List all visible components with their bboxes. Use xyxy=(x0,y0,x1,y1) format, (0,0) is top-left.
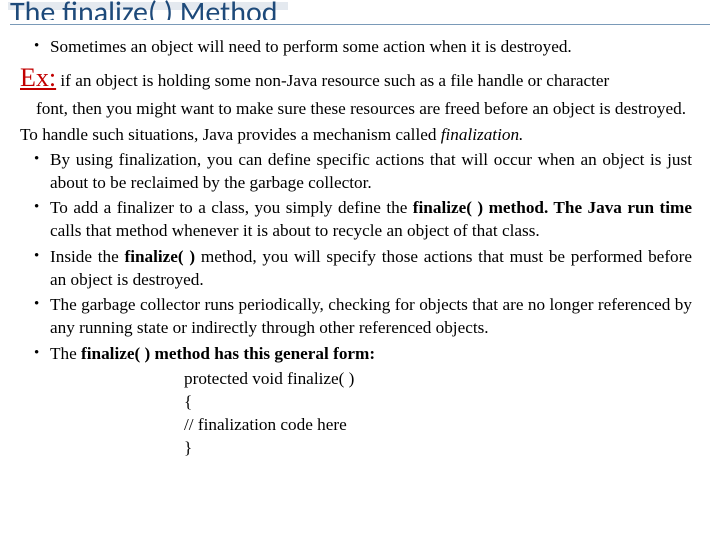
example-line: Ex: if an object is holding some non-Jav… xyxy=(20,60,692,95)
bullet-text: To add a finalizer to a class, you simpl… xyxy=(50,196,692,242)
handle-em: finalization. xyxy=(441,125,524,144)
bullet-text: By using finalization, you can define sp… xyxy=(50,148,692,194)
bullet-text: Sometimes an object will need to perform… xyxy=(50,35,692,58)
slide-title: The finalize( ) Method xyxy=(0,0,720,20)
b3-post: calls that method whenever it is about t… xyxy=(50,221,540,240)
b3-pre: To add a finalizer to a class, you simpl… xyxy=(50,198,413,217)
title-divider xyxy=(10,24,710,25)
bullet-item: • Sometimes an object will need to perfo… xyxy=(34,35,692,58)
code-line-2: { xyxy=(184,390,692,413)
slide-body: • Sometimes an object will need to perfo… xyxy=(0,35,720,460)
bullet-text: The garbage collector runs periodically,… xyxy=(50,293,692,339)
bullet-marker: • xyxy=(34,35,50,58)
b4-bold: finalize( ) xyxy=(124,247,195,266)
b3-bold1: finalize( ) method. The Java run time xyxy=(413,198,692,217)
bullet-marker: • xyxy=(34,148,50,194)
bullet-marker: • xyxy=(34,293,50,339)
bullet-marker: • xyxy=(34,342,50,365)
bullet-item: • The garbage collector runs periodicall… xyxy=(34,293,692,339)
bullet-marker: • xyxy=(34,245,50,291)
title-highlight-bar xyxy=(8,2,288,10)
code-line-4: } xyxy=(184,436,692,459)
example-tail: if an object is holding some non-Java re… xyxy=(56,71,609,90)
bullet-text: Inside the finalize( ) method, you will … xyxy=(50,245,692,291)
bullet-marker: • xyxy=(34,196,50,242)
code-line-3: // finalization code here xyxy=(184,413,692,436)
b4-pre: Inside the xyxy=(50,247,124,266)
b6-pre: The xyxy=(50,344,81,363)
bullet-item: • Inside the finalize( ) method, you wil… xyxy=(34,245,692,291)
bullet-item: • To add a finalizer to a class, you sim… xyxy=(34,196,692,242)
bullet-item: • The finalize( ) method has this genera… xyxy=(34,342,692,365)
sub-line: To handle such situations, Java provides… xyxy=(20,123,692,146)
code-block: protected void finalize( ) { // finaliza… xyxy=(184,367,692,460)
code-line-1: protected void finalize( ) xyxy=(184,367,692,390)
bullet-item: • By using finalization, you can define … xyxy=(34,148,692,194)
b6-bold: finalize( ) method has this general form… xyxy=(81,344,375,363)
example-continuation: font, then you might want to make sure t… xyxy=(36,97,692,120)
example-label: Ex: xyxy=(20,63,56,92)
handle-pre: To handle such situations, Java provides… xyxy=(20,125,441,144)
bullet-text: The finalize( ) method has this general … xyxy=(50,342,692,365)
